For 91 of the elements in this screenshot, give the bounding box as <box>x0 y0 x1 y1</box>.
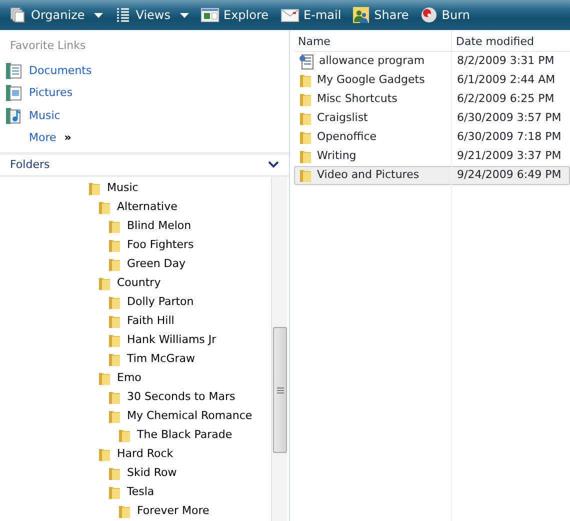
folder-icon <box>118 504 132 519</box>
tree-item[interactable]: Green Day <box>108 255 186 274</box>
folder-icon <box>299 149 313 164</box>
disc-icon <box>420 7 437 23</box>
folder-icon <box>299 168 313 183</box>
tree-item[interactable]: My Chemical Romance <box>108 407 252 426</box>
folder-icon <box>108 466 122 481</box>
toolbar-button[interactable]: E-mail <box>274 0 348 30</box>
file-name: Video and Pictures <box>317 167 420 184</box>
folder-icon <box>299 130 313 145</box>
folders-header[interactable]: Folders <box>0 152 289 177</box>
music-library-icon <box>6 108 22 124</box>
scrollbar[interactable] <box>271 177 287 521</box>
toolbar-button[interactable]: Share <box>347 0 415 30</box>
tree-item[interactable]: Forever More <box>118 502 210 521</box>
file-row[interactable]: allowance program 8/2/2009 3:31 PM <box>294 52 570 71</box>
tree-item[interactable]: Tim McGraw <box>108 350 195 369</box>
folder-icon <box>108 257 122 272</box>
folder-icon <box>108 485 122 500</box>
window-icon <box>200 8 218 22</box>
pages-icon <box>10 7 26 23</box>
date-modified: 9/21/2009 3:37 PM <box>456 148 562 164</box>
file-row[interactable]: Writing 9/21/2009 3:37 PM <box>294 147 570 166</box>
column-header[interactable]: Date modified <box>452 30 534 51</box>
file-row[interactable]: Misc Shortcuts 6/2/2009 6:25 PM <box>294 90 570 109</box>
folder-icon <box>108 314 122 329</box>
folder-icon <box>108 295 122 310</box>
tree-item[interactable]: Dolly Parton <box>108 293 194 312</box>
file-row[interactable]: Video and Pictures 9/24/2009 6:49 PM <box>294 166 570 185</box>
file-name: My Google Gadgets <box>317 72 425 88</box>
date-modified: 6/30/2009 7:18 PM <box>456 129 562 146</box>
folder-icon <box>299 92 313 107</box>
folder-icon <box>98 371 112 386</box>
tree-item[interactable]: Foo Fighters <box>108 236 194 255</box>
file-name: Writing <box>317 148 356 164</box>
tree-item[interactable]: The Black Parade <box>118 426 232 445</box>
folder-icon <box>299 111 313 126</box>
toolbar-button[interactable]: Organize <box>4 0 109 30</box>
folder-icon <box>98 276 112 291</box>
file-row[interactable]: Craigslist 6/30/2009 3:57 PM <box>294 109 570 128</box>
toolbar-button[interactable]: Views <box>108 0 194 30</box>
file-row[interactable]: My Google Gadgets 6/1/2009 2:44 AM <box>294 71 570 90</box>
picture-library-icon <box>6 85 22 102</box>
document-library-icon <box>6 62 22 79</box>
section-title: Folders <box>10 156 50 173</box>
chevrons-icon: » <box>64 130 72 146</box>
file-name: Craigslist <box>317 110 368 126</box>
folder-icon <box>108 390 122 405</box>
favorite-link[interactable]: Pictures <box>0 82 289 104</box>
tree-item[interactable]: Alternative <box>98 198 178 217</box>
date-modified: 9/24/2009 6:49 PM <box>456 167 562 184</box>
folder-icon <box>98 447 112 462</box>
tree-item[interactable]: 30 Seconds to Mars <box>108 388 236 407</box>
folder-icon <box>118 428 132 443</box>
tree-item[interactable]: Faith Hill <box>108 312 174 331</box>
file-row[interactable]: Openoffice 6/30/2009 7:18 PM <box>294 128 570 147</box>
file-name: Misc Shortcuts <box>317 91 398 108</box>
folder-icon <box>108 219 122 234</box>
tree-item[interactable]: Hank Williams Jr <box>108 331 216 350</box>
folder-icon <box>108 333 122 348</box>
folder-icon <box>88 181 102 196</box>
date-modified: 8/2/2009 3:31 PM <box>456 53 554 70</box>
tree-item[interactable]: Emo <box>98 369 142 388</box>
people-icon <box>353 7 370 23</box>
folder-icon <box>108 238 122 253</box>
envelope-icon <box>280 8 299 22</box>
column-header[interactable]: Name <box>294 30 452 51</box>
file-name: Openoffice <box>317 129 377 146</box>
tree-item[interactable]: Tesla <box>108 483 154 502</box>
toolbar-button[interactable]: Explore <box>194 0 275 30</box>
folder-icon <box>299 73 313 88</box>
views-icon <box>114 7 131 23</box>
date-modified: 6/1/2009 2:44 AM <box>456 72 556 88</box>
tree-item[interactable]: Skid Row <box>108 464 177 483</box>
folder-icon <box>98 200 112 215</box>
tree-item[interactable]: Hard Rock <box>98 445 174 464</box>
favorite-link[interactable]: Music <box>0 104 289 127</box>
date-modified: 6/2/2009 6:25 PM <box>456 91 554 108</box>
favorite-link[interactable]: Documents <box>0 60 289 82</box>
tree-item[interactable]: Blind Melon <box>108 217 192 236</box>
folder-icon <box>108 352 122 367</box>
folder-icon <box>108 409 122 424</box>
tree-item[interactable]: Country <box>98 274 161 293</box>
document-icon <box>299 54 315 70</box>
file-name: allowance program <box>319 53 425 70</box>
tree-item[interactable]: Music <box>88 179 138 198</box>
scrollbar-thumb[interactable] <box>273 327 287 453</box>
more-link[interactable]: More » <box>0 127 72 146</box>
toolbar-button[interactable]: Burn <box>414 0 476 30</box>
date-modified: 6/30/2009 3:57 PM <box>456 110 562 126</box>
section-title: Favorite Links <box>9 38 86 54</box>
